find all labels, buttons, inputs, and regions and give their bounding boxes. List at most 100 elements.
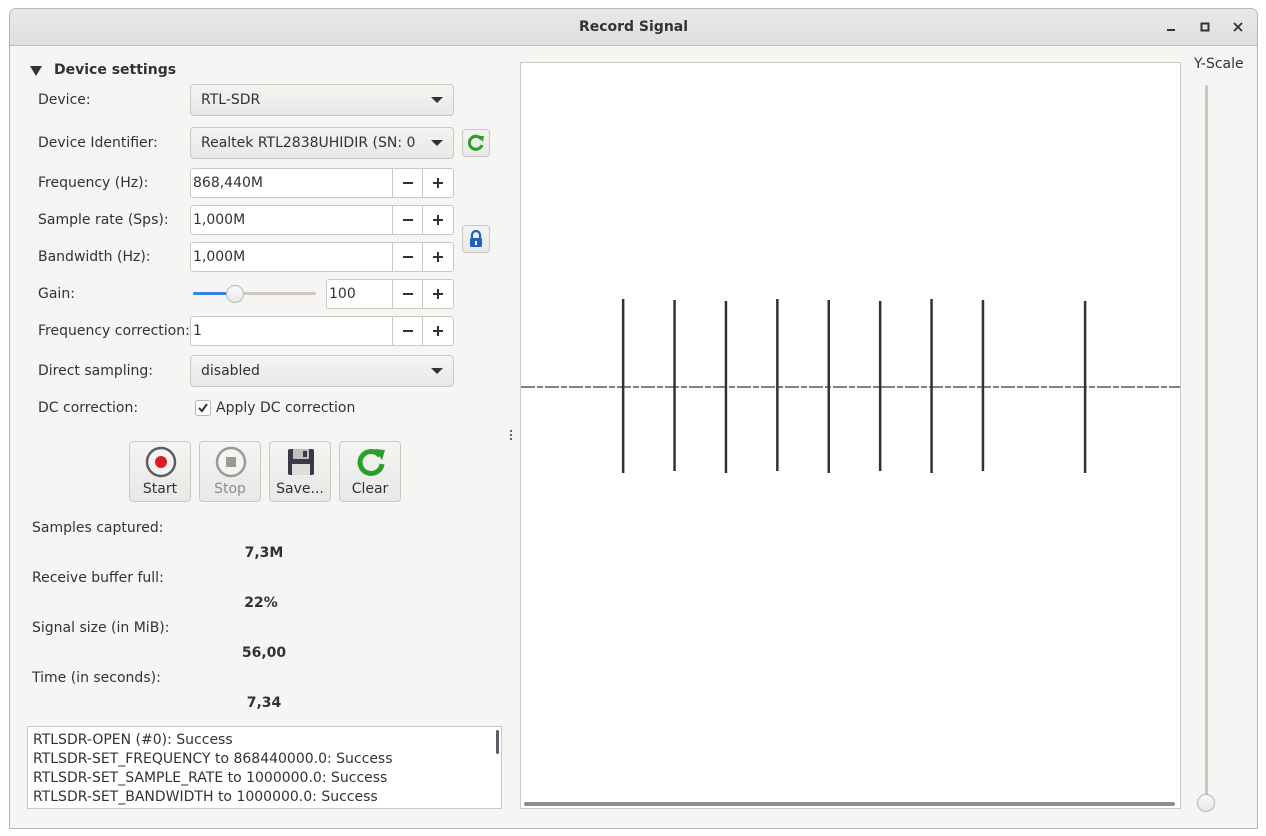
clear-button[interactable]: Clear xyxy=(339,441,401,502)
device-combo-value: RTL-SDR xyxy=(201,92,261,108)
expander-arrow-icon xyxy=(30,66,42,76)
log-line: RTLSDR-OPEN (#0): Success xyxy=(33,732,233,748)
horizontal-scrollbar[interactable] xyxy=(524,802,1175,806)
log-line: RTLSDR-SET_BANDWIDTH to 1000000.0: Succe… xyxy=(33,789,378,805)
dc-correction-label: DC correction: xyxy=(38,400,139,416)
dropdown-arrow-icon xyxy=(431,368,443,374)
minimize-icon xyxy=(1167,29,1175,31)
maximize-button[interactable] xyxy=(1194,16,1216,38)
gain-label: Gain: xyxy=(38,286,75,302)
pane-separator-handle[interactable] xyxy=(509,429,513,441)
frequency-decrement-button[interactable] xyxy=(392,169,423,197)
yscale-label: Y-Scale xyxy=(1194,56,1244,72)
start-button[interactable]: Start xyxy=(129,441,191,502)
minus-icon xyxy=(403,256,413,258)
plus-icon xyxy=(433,215,443,225)
time-value: 7,34 xyxy=(246,695,282,711)
window-title: Record Signal xyxy=(578,19,689,35)
device-identifier-label: Device Identifier: xyxy=(38,135,158,151)
bandwidth-label: Bandwidth (Hz): xyxy=(38,249,151,265)
device-combo[interactable]: RTL-SDR xyxy=(190,84,454,116)
frequency-spinbox[interactable]: 868,440M xyxy=(190,168,454,198)
frequency-correction-spinbox[interactable]: 1 xyxy=(190,316,454,346)
log-line: RTLSDR-SET_SAMPLE_RATE to 1000000.0: Suc… xyxy=(33,770,388,786)
stop-button[interactable]: Stop xyxy=(199,441,261,502)
record-icon xyxy=(145,446,177,478)
save-icon xyxy=(288,449,314,475)
dropdown-arrow-icon xyxy=(431,140,443,146)
plus-icon xyxy=(433,252,443,262)
minus-icon xyxy=(403,219,413,221)
device-settings-header: Device settings xyxy=(54,62,177,78)
yscale-slider-trough[interactable] xyxy=(1205,85,1208,797)
plus-icon xyxy=(433,326,443,336)
checkmark-icon xyxy=(198,403,208,413)
frequency-value: 868,440M xyxy=(193,175,263,191)
gain-decrement-button[interactable] xyxy=(392,280,423,308)
minus-icon xyxy=(403,330,413,332)
lock-sample-rate-bandwidth-button[interactable] xyxy=(462,225,490,253)
samples-captured-value: 7,3M xyxy=(244,545,284,561)
gain-slider-handle[interactable] xyxy=(225,285,244,303)
gain-spinbox[interactable]: 100 xyxy=(326,279,454,309)
refresh-devices-button[interactable] xyxy=(462,129,490,157)
frequency-label: Frequency (Hz): xyxy=(38,175,149,191)
dc-correction-checkbox-label[interactable]: Apply DC correction xyxy=(216,398,355,418)
bandwidth-increment-button[interactable] xyxy=(422,243,453,271)
frequency-correction-label: Frequency correction: xyxy=(38,323,190,339)
signal-size-label: Signal size (in MiB): xyxy=(32,620,170,636)
bandwidth-decrement-button[interactable] xyxy=(392,243,423,271)
gain-value: 100 xyxy=(329,286,356,302)
frequency-increment-button[interactable] xyxy=(422,169,453,197)
frequency-correction-increment-button[interactable] xyxy=(422,317,453,345)
plus-icon xyxy=(433,289,443,299)
minus-icon xyxy=(403,293,413,295)
bandwidth-spinbox[interactable]: 1,000M xyxy=(190,242,454,272)
close-button[interactable] xyxy=(1227,16,1249,38)
minus-icon xyxy=(403,182,413,184)
gain-increment-button[interactable] xyxy=(422,280,453,308)
stop-button-label: Stop xyxy=(214,481,246,497)
gain-slider[interactable] xyxy=(193,285,316,303)
log-textview[interactable]: RTLSDR-OPEN (#0): Success RTLSDR-SET_FRE… xyxy=(27,726,502,809)
device-identifier-combo[interactable]: Realtek RTL2838UHIDIR (SN: 0 xyxy=(190,127,454,159)
log-line: RTLSDR-SET_FREQUENCY to 868440000.0: Suc… xyxy=(33,751,393,767)
close-icon xyxy=(1233,22,1243,32)
log-scrollbar[interactable] xyxy=(496,730,499,754)
sample-rate-spinbox[interactable]: 1,000M xyxy=(190,205,454,235)
sample-rate-label: Sample rate (Sps): xyxy=(38,212,169,228)
sample-rate-decrement-button[interactable] xyxy=(392,206,423,234)
bandwidth-value: 1,000M xyxy=(193,249,246,265)
dc-correction-checkbox[interactable] xyxy=(195,400,211,416)
frequency-correction-value: 1 xyxy=(193,323,202,339)
titlebar: Record Signal xyxy=(10,9,1257,46)
save-button-label: Save... xyxy=(276,481,324,497)
refresh-icon xyxy=(357,448,385,476)
minimize-button[interactable] xyxy=(1160,16,1182,38)
yscale-slider-handle[interactable] xyxy=(1197,794,1215,812)
lock-icon xyxy=(470,230,482,247)
signal-plot xyxy=(521,299,1180,473)
signal-size-value: 56,00 xyxy=(241,645,287,661)
direct-sampling-label: Direct sampling: xyxy=(38,363,154,379)
refresh-icon xyxy=(467,134,484,151)
frequency-correction-decrement-button[interactable] xyxy=(392,317,423,345)
save-button[interactable]: Save... xyxy=(269,441,331,502)
clear-button-label: Clear xyxy=(351,481,389,497)
plus-icon xyxy=(433,178,443,188)
samples-captured-label: Samples captured: xyxy=(32,520,164,536)
device-identifier-value: Realtek RTL2838UHIDIR (SN: 0 xyxy=(201,135,415,151)
sample-rate-increment-button[interactable] xyxy=(422,206,453,234)
maximize-icon xyxy=(1200,22,1210,32)
drag-handle-icon xyxy=(510,430,512,440)
receive-buffer-label: Receive buffer full: xyxy=(32,570,164,586)
signal-view[interactable] xyxy=(520,62,1181,809)
receive-buffer-value: 22% xyxy=(244,595,278,611)
start-button-label: Start xyxy=(142,481,178,497)
direct-sampling-combo[interactable]: disabled xyxy=(190,355,454,387)
dropdown-arrow-icon xyxy=(431,97,443,103)
device-label: Device: xyxy=(38,92,91,108)
direct-sampling-value: disabled xyxy=(201,363,260,379)
sample-rate-value: 1,000M xyxy=(193,212,246,228)
time-label: Time (in seconds): xyxy=(32,670,161,686)
